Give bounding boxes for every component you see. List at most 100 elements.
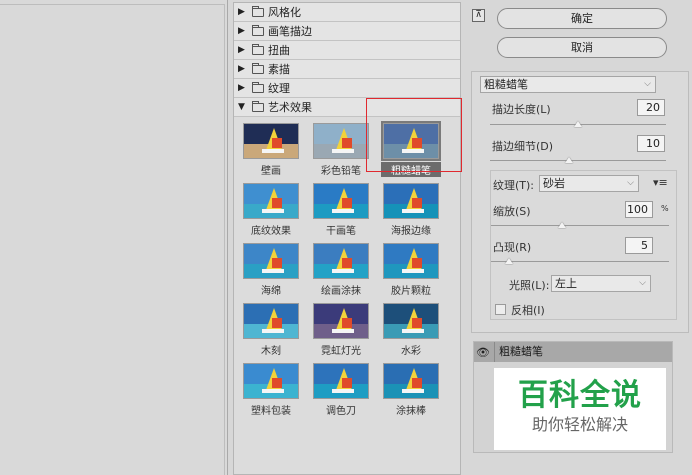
- filter-preview-image: [383, 183, 439, 219]
- scaling-slider[interactable]: [558, 222, 567, 228]
- texture-menu-icon[interactable]: ▾≡: [653, 176, 668, 189]
- sailboat-sail-accent: [342, 138, 352, 148]
- filter-thumbnail-label: 塑料包装: [251, 406, 291, 417]
- filter-thumbnail[interactable]: 彩色铅笔: [311, 123, 371, 177]
- sailboat-sail-accent: [272, 258, 282, 268]
- invert-checkbox[interactable]: [495, 304, 506, 315]
- folder-icon: [252, 24, 264, 36]
- filter-thumbnail[interactable]: 木刻: [241, 303, 301, 357]
- sailboat-hull: [402, 329, 424, 333]
- filter-category-2[interactable]: ▶ 扭曲: [234, 41, 460, 60]
- filter-select[interactable]: 粗糙蜡笔 ⌵: [480, 76, 656, 93]
- sailboat-hull: [402, 209, 424, 213]
- selection-highlight-box: [366, 98, 462, 172]
- sailboat-sail-accent: [412, 198, 422, 208]
- filter-thumbnail[interactable]: 水彩: [381, 303, 441, 357]
- filter-thumbnail-label: 彩色铅笔: [321, 166, 361, 177]
- filter-preview-image: [383, 243, 439, 279]
- watermark: 百科全说 助你轻松解决: [494, 368, 666, 450]
- filter-thumbnail[interactable]: 胶片颗粒: [381, 243, 441, 297]
- filter-thumbnail[interactable]: 霓虹灯光: [311, 303, 371, 357]
- stroke-length-label: 描边长度(L): [492, 103, 551, 116]
- filter-thumbnail[interactable]: 海报边缘: [381, 183, 441, 237]
- stroke-detail-input[interactable]: 10: [637, 135, 665, 152]
- filter-thumbnail-label: 涂抹棒: [396, 406, 426, 417]
- filter-preview-image: [243, 123, 299, 159]
- filter-thumbnail-label: 调色刀: [326, 406, 356, 417]
- triangle-right-icon: ▶: [238, 82, 245, 93]
- filter-category-label: 画笔描边: [268, 24, 312, 38]
- folder-icon: [252, 5, 264, 17]
- filter-thumbnail-label: 海报边缘: [391, 226, 431, 237]
- filter-category-4[interactable]: ▶ 纹理: [234, 79, 460, 98]
- filter-thumbnail-label: 水彩: [401, 346, 421, 357]
- filter-category-0[interactable]: ▶ 风格化: [234, 3, 460, 22]
- light-select[interactable]: 左上 ⌵: [551, 275, 651, 292]
- filter-thumbnail[interactable]: 塑料包装: [241, 363, 301, 417]
- relief-slider[interactable]: [504, 258, 513, 264]
- chevron-down-icon: ⌵: [639, 278, 646, 288]
- filter-category-label: 风格化: [268, 5, 301, 19]
- filter-preview-image: [243, 243, 299, 279]
- cancel-button[interactable]: 取消: [497, 37, 667, 58]
- eye-icon[interactable]: 👁: [474, 346, 492, 359]
- sailboat-hull: [402, 389, 424, 393]
- scaling-input[interactable]: 100: [625, 201, 653, 218]
- filter-thumbnail[interactable]: 壁画: [241, 123, 301, 177]
- stroke-detail-slider[interactable]: [565, 157, 574, 163]
- filter-preview-image: [313, 183, 369, 219]
- filter-preview-image: [313, 243, 369, 279]
- sailboat-hull: [332, 389, 354, 393]
- filter-preview-image: [383, 303, 439, 339]
- filter-thumbnail[interactable]: 绘画涂抹: [311, 243, 371, 297]
- texture-select-value: 砂岩: [543, 177, 565, 190]
- filter-thumbnail-label: 绘画涂抹: [321, 286, 361, 297]
- stroke-detail-label: 描边细节(D): [492, 140, 554, 153]
- texture-select[interactable]: 砂岩 ⌵: [539, 175, 639, 192]
- filter-category-label: 扭曲: [268, 43, 290, 57]
- sailboat-sail-accent: [272, 318, 282, 328]
- filter-gallery: ▶ 风格化 ▶ 画笔描边 ▶ 扭曲 ▶ 素描 ▶ 纹理 ▼ 艺术效果 壁画 彩色铅笔 粗糙蜡笔 底纹效果 干画…: [233, 2, 461, 475]
- sailboat-hull: [332, 149, 354, 153]
- preview-canvas[interactable]: [0, 0, 228, 475]
- stroke-length-slider[interactable]: [574, 121, 582, 127]
- filter-category-3[interactable]: ▶ 素描: [234, 60, 460, 79]
- relief-input[interactable]: 5: [625, 237, 653, 254]
- filter-thumbnail[interactable]: 干画笔: [311, 183, 371, 237]
- effect-layer-row[interactable]: 👁 粗糙蜡笔: [474, 342, 672, 362]
- sailboat-hull: [262, 329, 284, 333]
- triangle-right-icon: ▶: [238, 25, 245, 36]
- relief-track[interactable]: [491, 261, 669, 262]
- sailboat-sail-accent: [342, 318, 352, 328]
- filter-category-1[interactable]: ▶ 画笔描边: [234, 22, 460, 41]
- filter-category-label: 艺术效果: [268, 100, 312, 114]
- scaling-track[interactable]: [491, 225, 669, 226]
- sailboat-sail-accent: [272, 198, 282, 208]
- sailboat-sail-accent: [412, 378, 422, 388]
- folder-icon: [252, 62, 264, 74]
- filter-preview-image: [313, 363, 369, 399]
- sailboat-hull: [332, 329, 354, 333]
- chevron-down-icon: ⌵: [627, 178, 634, 188]
- filter-thumbnail[interactable]: 调色刀: [311, 363, 371, 417]
- filter-thumbnail[interactable]: 底纹效果: [241, 183, 301, 237]
- sailboat-hull: [402, 269, 424, 273]
- filter-thumbnail[interactable]: 涂抹棒: [381, 363, 441, 417]
- sailboat-sail-accent: [342, 378, 352, 388]
- filter-thumbnail-label: 霓虹灯光: [321, 346, 361, 357]
- sailboat-hull: [262, 149, 284, 153]
- filter-thumbnail-label: 壁画: [261, 166, 281, 177]
- collapse-gallery-icon[interactable]: ⊼: [472, 9, 485, 22]
- folder-icon: [252, 100, 264, 112]
- stroke-length-input[interactable]: 20: [637, 99, 665, 116]
- stroke-detail-track[interactable]: [490, 160, 666, 161]
- light-select-value: 左上: [555, 277, 577, 290]
- triangle-right-icon: ▶: [238, 63, 245, 74]
- effect-layer-name: 粗糙蜡笔: [494, 342, 543, 362]
- watermark-subtitle: 助你轻松解决: [531, 415, 628, 434]
- ok-button[interactable]: 确定: [497, 8, 667, 29]
- triangle-right-icon: ▶: [238, 44, 245, 55]
- filter-preview-image: [313, 303, 369, 339]
- filter-settings-group: 粗糙蜡笔 ⌵ 描边长度(L) 20 描边细节(D) 10 纹理(T): 砂岩 ⌵…: [471, 71, 689, 333]
- filter-thumbnail[interactable]: 海绵: [241, 243, 301, 297]
